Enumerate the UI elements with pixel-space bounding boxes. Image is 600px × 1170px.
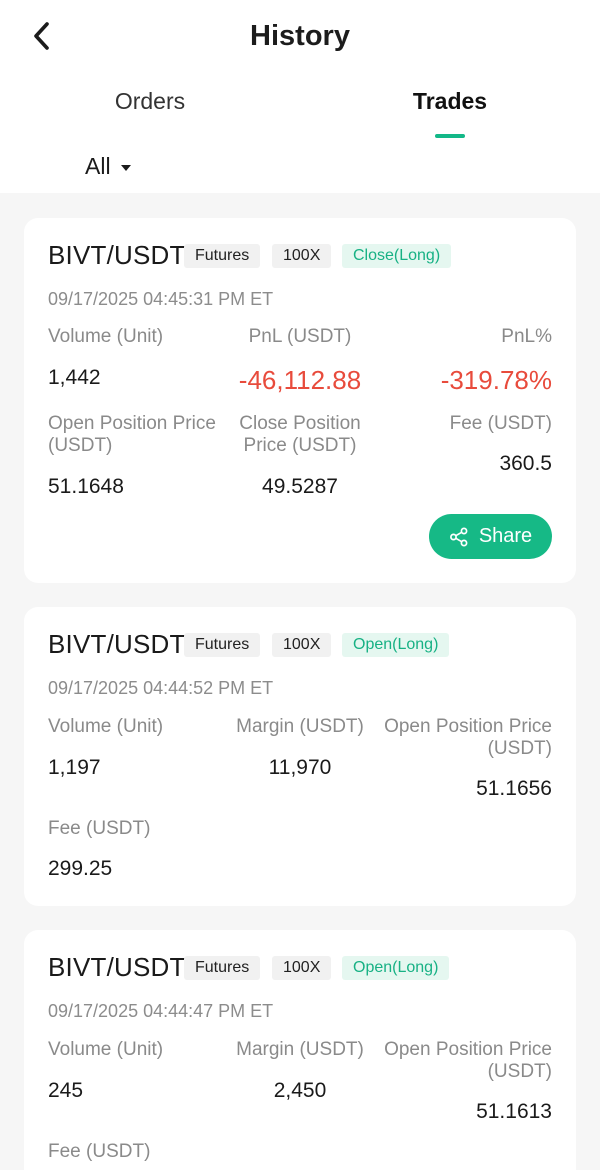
type-badge: Futures xyxy=(184,956,261,980)
filter-dropdown[interactable]: All xyxy=(85,153,131,180)
type-badge: Futures xyxy=(184,244,261,268)
trade-pair: BIVT/USDT xyxy=(48,952,186,982)
share-icon xyxy=(449,527,468,546)
volume-value: 1,197 xyxy=(48,756,101,779)
direction-badge: Open(Long) xyxy=(342,956,450,980)
margin-value: 11,970 xyxy=(268,756,332,779)
trade-card[interactable]: BIVT/USDT Futures 100X Close(Long) 09/17… xyxy=(24,218,576,583)
trade-pair: BIVT/USDT xyxy=(48,240,186,270)
volume-label: Volume (Unit) xyxy=(48,326,164,347)
page-title: History xyxy=(250,20,350,52)
trade-card[interactable]: BIVT/USDT Futures 100X Open(Long) 09/17/… xyxy=(24,607,576,906)
margin-label: Margin (USDT) xyxy=(236,1039,364,1060)
caret-down-icon xyxy=(120,164,131,171)
volume-value: 245 xyxy=(48,1079,84,1102)
volume-value: 1,442 xyxy=(48,366,101,389)
volume-label: Volume (Unit) xyxy=(48,716,164,737)
open-price-value: 51.1648 xyxy=(48,475,124,498)
trade-time: 09/17/2025 04:44:47 PM ET xyxy=(48,1001,274,1021)
margin-value: 2,450 xyxy=(273,1079,327,1102)
leverage-badge: 100X xyxy=(272,956,332,980)
direction-badge: Close(Long) xyxy=(342,244,452,268)
close-price-label: Close Position Price (USDT) xyxy=(239,413,361,456)
open-price-label: Open Position Price (USDT) xyxy=(48,413,216,456)
volume-label: Volume (Unit) xyxy=(48,1039,164,1060)
open-price-label: Open Position Price (USDT) xyxy=(384,1039,552,1082)
open-price-value: 51.1613 xyxy=(476,1100,552,1123)
header: History Orders Trades All xyxy=(0,0,600,193)
active-tab-indicator xyxy=(435,134,465,138)
trade-time: 09/17/2025 04:44:52 PM ET xyxy=(48,678,274,698)
pnl-percent-label: PnL% xyxy=(501,326,552,347)
pnl-percent-value: -319.78% xyxy=(440,365,552,395)
leverage-badge: 100X xyxy=(272,244,332,268)
trade-time: 09/17/2025 04:45:31 PM ET xyxy=(48,289,274,309)
fee-value: 360.5 xyxy=(499,452,552,475)
share-button[interactable]: Share xyxy=(429,514,552,559)
leverage-badge: 100X xyxy=(272,633,332,657)
share-label: Share xyxy=(478,525,533,547)
fee-label: Fee (USDT) xyxy=(48,818,151,839)
open-price-value: 51.1656 xyxy=(476,777,552,800)
fee-value: 299.25 xyxy=(48,857,113,880)
fee-label: Fee (USDT) xyxy=(48,1141,151,1162)
trade-pair: BIVT/USDT xyxy=(48,629,186,659)
type-badge: Futures xyxy=(184,633,261,657)
close-price-value: 49.5287 xyxy=(262,475,338,498)
tab-orders[interactable]: Orders xyxy=(80,88,220,115)
tab-trades[interactable]: Trades xyxy=(380,88,520,115)
margin-label: Margin (USDT) xyxy=(236,716,364,737)
direction-badge: Open(Long) xyxy=(342,633,450,657)
fee-label: Fee (USDT) xyxy=(449,413,552,434)
filter-label: All xyxy=(85,153,111,179)
trade-card[interactable]: BIVT/USDT Futures 100X Open(Long) 09/17/… xyxy=(24,930,576,1170)
open-price-label: Open Position Price (USDT) xyxy=(384,716,552,759)
